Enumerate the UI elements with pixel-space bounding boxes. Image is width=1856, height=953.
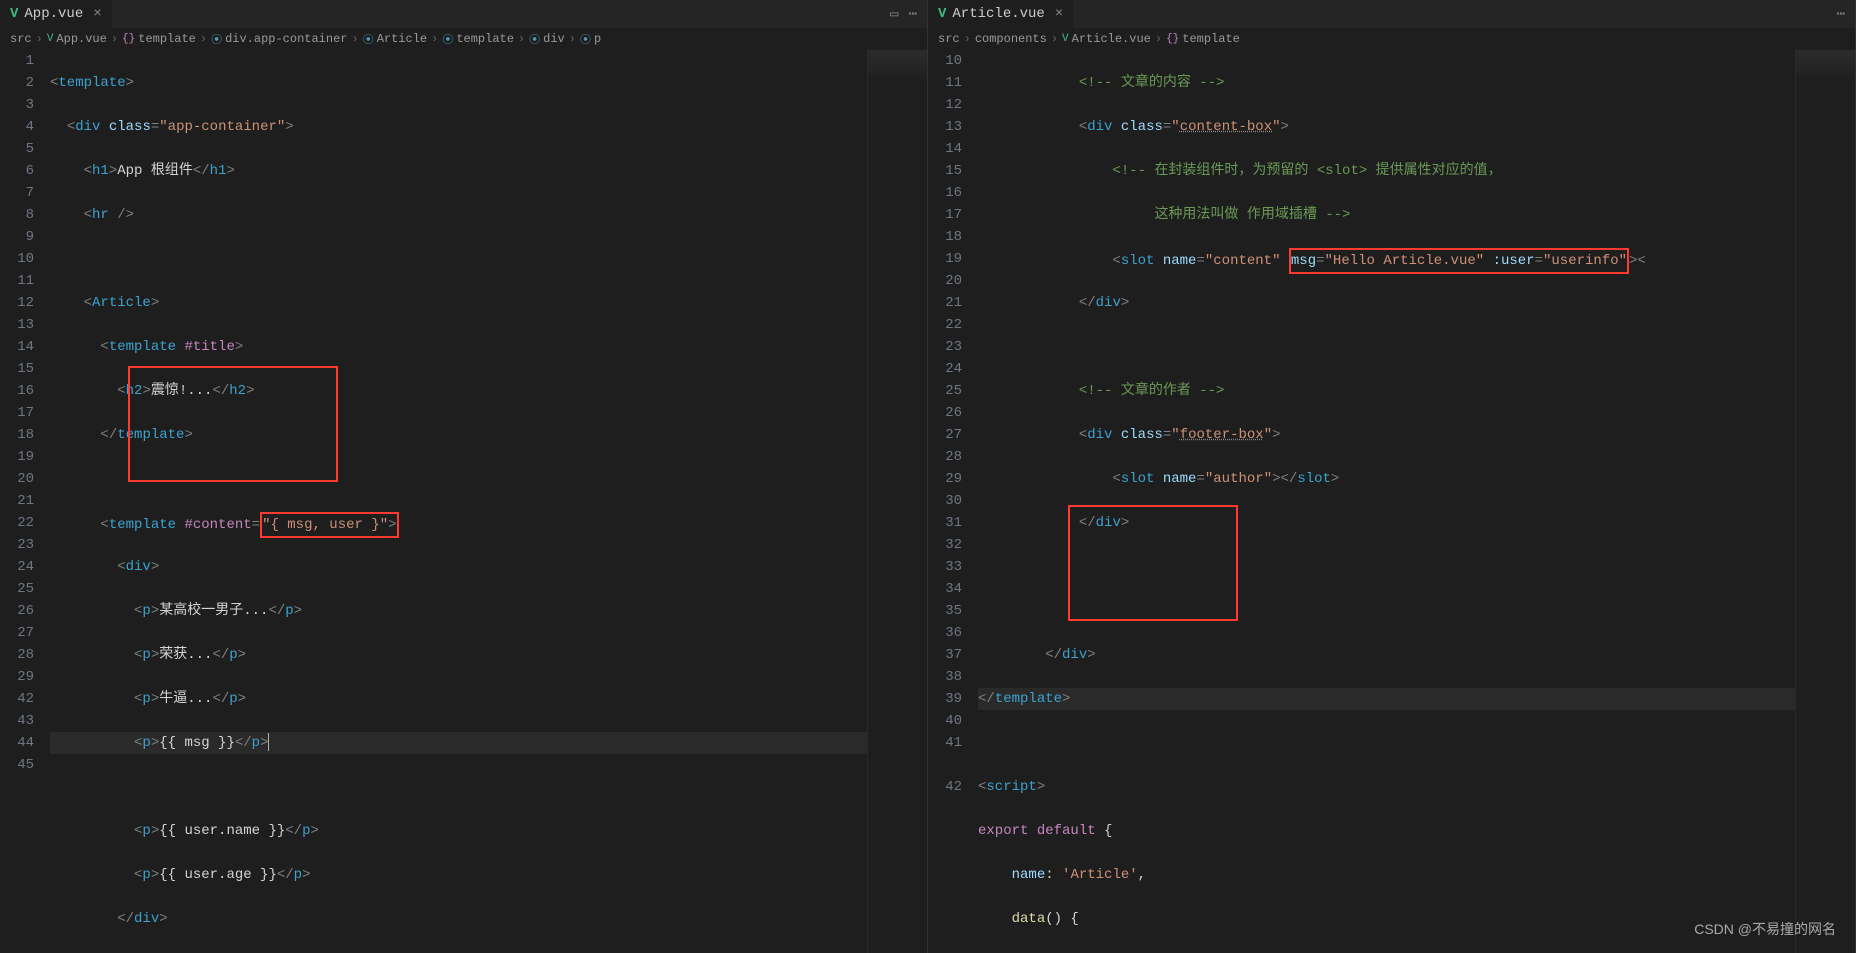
tab-actions: ⋯ bbox=[1837, 6, 1855, 23]
element-icon: ⦿ bbox=[211, 31, 222, 47]
crumb[interactable]: ⦿Article bbox=[363, 31, 427, 47]
element-icon: ⦿ bbox=[529, 31, 540, 47]
tab-actions: ▭ ⋯ bbox=[890, 6, 927, 23]
editor-area-right[interactable]: 1011121314151617181920212223242526272829… bbox=[928, 50, 1855, 953]
crumb[interactable]: components bbox=[975, 32, 1047, 46]
vue-icon: V bbox=[1062, 33, 1069, 45]
vue-icon: V bbox=[938, 6, 946, 22]
tabs-right: V Article.vue × ⋯ bbox=[928, 0, 1855, 28]
code-right[interactable]: <!-- 文章的内容 --> <div class="content-box">… bbox=[978, 50, 1795, 953]
split-editor-icon[interactable]: ▭ bbox=[890, 6, 898, 23]
element-icon: ⦿ bbox=[442, 31, 453, 47]
breadcrumbs-left[interactable]: src› VApp.vue› {}template› ⦿div.app-cont… bbox=[0, 28, 927, 50]
crumb[interactable]: ⦿template bbox=[442, 31, 514, 47]
crumb[interactable]: src bbox=[10, 32, 32, 46]
crumb[interactable]: ⦿div bbox=[529, 31, 565, 47]
close-icon[interactable]: × bbox=[93, 6, 101, 22]
minimap[interactable] bbox=[867, 50, 927, 953]
braces-icon: {} bbox=[122, 33, 135, 45]
tabs-left: V App.vue × ▭ ⋯ bbox=[0, 0, 927, 28]
tab-label: Article.vue bbox=[952, 6, 1044, 22]
more-icon[interactable]: ⋯ bbox=[1837, 6, 1845, 23]
close-icon[interactable]: × bbox=[1055, 6, 1063, 22]
editor-pane-right: V Article.vue × ⋯ src› components› VArti… bbox=[928, 0, 1856, 953]
crumb[interactable]: ⦿p bbox=[580, 31, 601, 47]
element-icon: ⦿ bbox=[363, 31, 374, 47]
vue-icon: V bbox=[47, 33, 54, 45]
crumb[interactable]: ⦿div.app-container bbox=[211, 31, 347, 47]
crumb[interactable]: {}template bbox=[122, 32, 196, 46]
crumb[interactable]: src bbox=[938, 32, 960, 46]
gutter: 1234567891011121314151617181920212223242… bbox=[0, 50, 50, 953]
tab-label: App.vue bbox=[24, 6, 83, 22]
watermark: CSDN @不易撞的网名 bbox=[1694, 919, 1836, 939]
code-left[interactable]: <template> <div class="app-container"> <… bbox=[50, 50, 867, 953]
editor-area-left[interactable]: 1234567891011121314151617181920212223242… bbox=[0, 50, 927, 953]
highlight-slot-props: "{ msg, user }"> bbox=[260, 512, 398, 538]
editor-pane-left: V App.vue × ▭ ⋯ src› VApp.vue› {}templat… bbox=[0, 0, 928, 953]
minimap[interactable] bbox=[1795, 50, 1855, 953]
vue-icon: V bbox=[10, 6, 18, 22]
gutter: 1011121314151617181920212223242526272829… bbox=[928, 50, 978, 953]
more-icon[interactable]: ⋯ bbox=[909, 6, 917, 23]
breadcrumbs-right[interactable]: src› components› VArticle.vue› {}templat… bbox=[928, 28, 1855, 50]
crumb[interactable]: {}template bbox=[1166, 32, 1240, 46]
tab-app-vue[interactable]: V App.vue × bbox=[0, 0, 113, 28]
crumb[interactable]: VApp.vue bbox=[47, 32, 107, 46]
crumb[interactable]: VArticle.vue bbox=[1062, 32, 1151, 46]
braces-icon: {} bbox=[1166, 33, 1179, 45]
element-icon: ⦿ bbox=[580, 31, 591, 47]
highlight-slot-attrs: msg="Hello Article.vue" :user="userinfo" bbox=[1289, 248, 1629, 274]
tab-article-vue[interactable]: V Article.vue × bbox=[928, 0, 1074, 28]
